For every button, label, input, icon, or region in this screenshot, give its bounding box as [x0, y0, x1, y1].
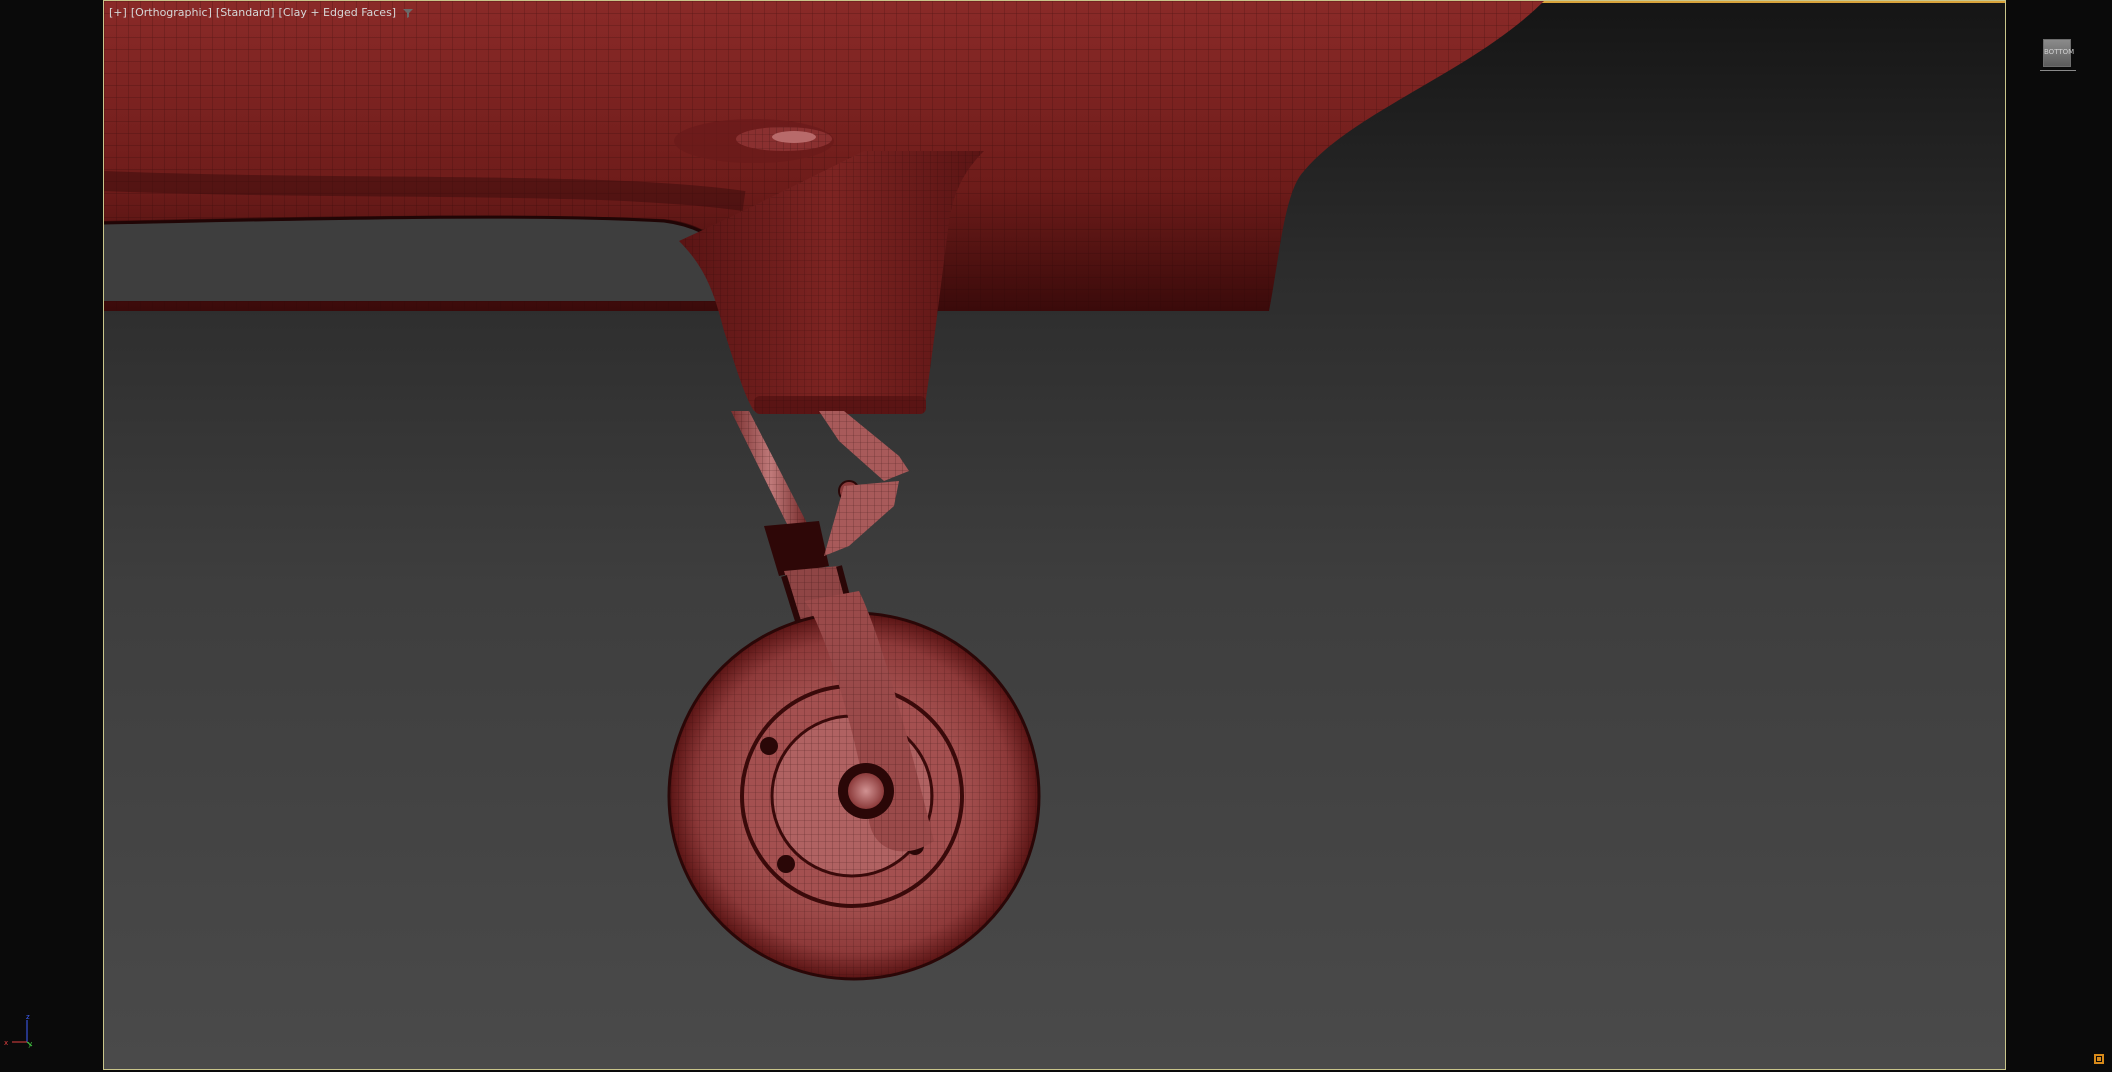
viewcube-compass-ring[interactable] [2040, 70, 2076, 71]
application-window: [+] [Orthographic] [Standard] [Clay + Ed… [0, 0, 2112, 1072]
axis-tripod-icon: z x y [4, 1013, 33, 1048]
axis-z-label: z [26, 1013, 30, 1021]
air-vent-mesh[interactable] [674, 119, 834, 163]
viewport-plus-menu[interactable]: [+] [108, 6, 128, 19]
viewport-display-mode-menu[interactable]: [Clay + Edged Faces] [278, 6, 398, 19]
viewport-shading-menu[interactable]: [Standard] [215, 6, 276, 19]
viewcube[interactable]: BOTTOM [2043, 39, 2075, 67]
viewport-config-icon[interactable] [2094, 1054, 2104, 1064]
viewport-view-type-menu[interactable]: [Orthographic] [130, 6, 213, 19]
perspective-viewport[interactable]: [+] [Orthographic] [Standard] [Clay + Ed… [103, 0, 2006, 1070]
axis-x-label: x [4, 1039, 8, 1047]
scene-render[interactable] [104, 1, 2006, 1070]
filter-icon[interactable] [403, 8, 414, 18]
viewport-label-menu: [+] [Orthographic] [Standard] [Clay + Ed… [108, 6, 414, 19]
axis-y-label: y [28, 1040, 32, 1048]
torque-link[interactable] [819, 411, 909, 556]
viewcube-face-label: BOTTOM [2044, 48, 2075, 56]
